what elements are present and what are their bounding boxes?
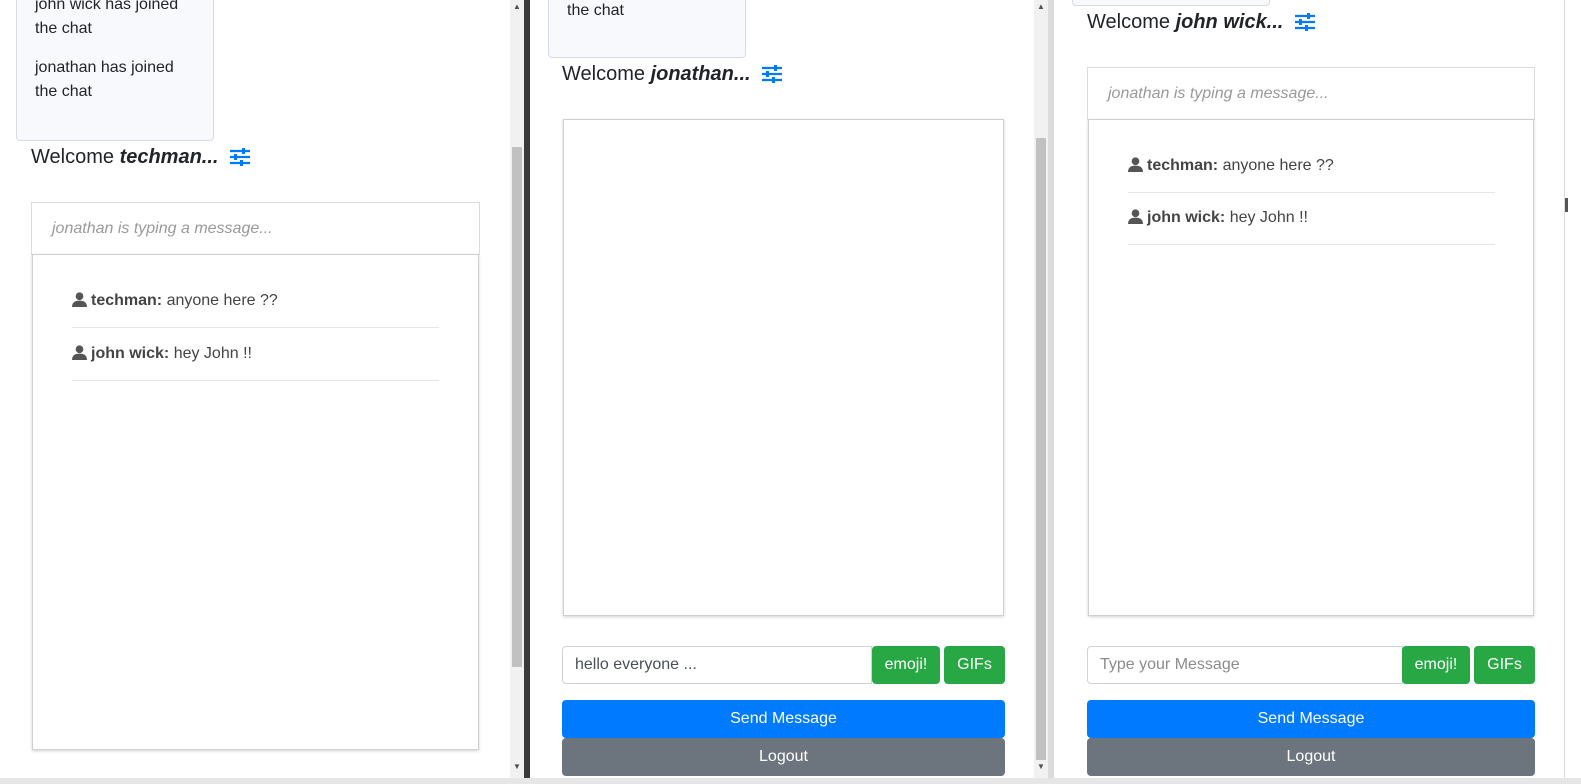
- message-user: john wick:: [91, 345, 170, 362]
- user-icon: [72, 345, 87, 366]
- scroll-down-arrow-icon[interactable]: ▼: [510, 760, 524, 774]
- message-text: anyone here ??: [1222, 157, 1334, 174]
- emoji-button[interactable]: emoji!: [1402, 646, 1470, 684]
- welcome-prefix: Welcome: [31, 146, 114, 168]
- message-text: hey John !!: [1229, 209, 1308, 226]
- typing-indicator: jonathan is typing a message...: [31, 202, 480, 255]
- message-input[interactable]: Type your Message: [1087, 646, 1403, 684]
- scrollbar-thumb[interactable]: [512, 147, 522, 667]
- welcome-heading: Welcome john wick...: [1087, 8, 1315, 39]
- scrollbar[interactable]: ▲ ▼: [510, 0, 524, 778]
- message-item: john wick: hey John !!: [1128, 208, 1495, 245]
- welcome-heading: Welcome techman...: [31, 143, 251, 174]
- chat-window-jonathan: the chat Welcome jonathan... hello every…: [530, 0, 1034, 778]
- notification-item: john wick has joined the chat: [35, 0, 179, 37]
- messages-box: [563, 119, 1004, 616]
- sliders-icon[interactable]: [762, 63, 783, 91]
- welcome-prefix: Welcome: [1087, 11, 1170, 33]
- welcome-heading: Welcome jonathan...: [562, 60, 783, 91]
- gifs-button[interactable]: GIFs: [1474, 646, 1535, 684]
- notification-item: jonathan has joined the chat: [35, 59, 174, 100]
- send-message-button[interactable]: Send Message: [562, 700, 1005, 738]
- notification-item: the chat: [567, 2, 624, 19]
- logout-button[interactable]: Logout: [562, 738, 1005, 776]
- emoji-button[interactable]: emoji!: [872, 646, 940, 684]
- message-item: techman: anyone here ??: [1128, 156, 1495, 193]
- message-item: john wick: hey John !!: [72, 344, 439, 381]
- message-input[interactable]: hello everyone ...: [562, 646, 872, 684]
- scrollbar-thumb[interactable]: [1036, 138, 1046, 760]
- message-text: hey John !!: [173, 345, 252, 362]
- messages-box: techman: anyone here ?? john wick: hey J…: [1088, 119, 1534, 616]
- sliders-icon[interactable]: [1294, 11, 1315, 39]
- logout-button[interactable]: Logout: [1087, 738, 1535, 776]
- join-notifications: john wick has joined the chat jonathan h…: [16, 0, 214, 141]
- username: techman...: [119, 146, 219, 168]
- messages-box: techman: anyone here ?? john wick: hey J…: [32, 254, 479, 750]
- scrollbar-marker: [1565, 198, 1568, 212]
- welcome-prefix: Welcome: [562, 63, 645, 85]
- scroll-down-arrow-icon[interactable]: ▼: [1034, 760, 1048, 774]
- message-user: john wick:: [1147, 209, 1226, 226]
- message-user: techman:: [91, 292, 163, 309]
- join-notifications: the chat: [548, 0, 746, 58]
- user-icon: [72, 292, 87, 313]
- scroll-up-arrow-icon[interactable]: ▲: [1034, 0, 1048, 14]
- scrollbar[interactable]: ▲ ▼: [1034, 0, 1048, 778]
- message-user: techman:: [1147, 157, 1219, 174]
- join-notifications: [1072, 0, 1270, 6]
- chat-window-john-wick: Welcome john wick... jonathan is typing …: [1054, 0, 1564, 778]
- chat-window-techman: john wick has joined the chat jonathan h…: [0, 0, 510, 778]
- username: jonathan...: [650, 63, 751, 85]
- message-item: techman: anyone here ??: [72, 291, 439, 328]
- window-edge: [1564, 0, 1581, 778]
- scroll-up-arrow-icon[interactable]: ▲: [510, 0, 524, 14]
- sliders-icon[interactable]: [230, 146, 251, 174]
- user-icon: [1128, 157, 1143, 178]
- username: john wick...: [1175, 11, 1284, 33]
- send-message-button[interactable]: Send Message: [1087, 700, 1535, 738]
- gifs-button[interactable]: GIFs: [944, 646, 1005, 684]
- user-icon: [1128, 209, 1143, 230]
- message-text: anyone here ??: [166, 292, 278, 309]
- typing-indicator: jonathan is typing a message...: [1087, 67, 1535, 120]
